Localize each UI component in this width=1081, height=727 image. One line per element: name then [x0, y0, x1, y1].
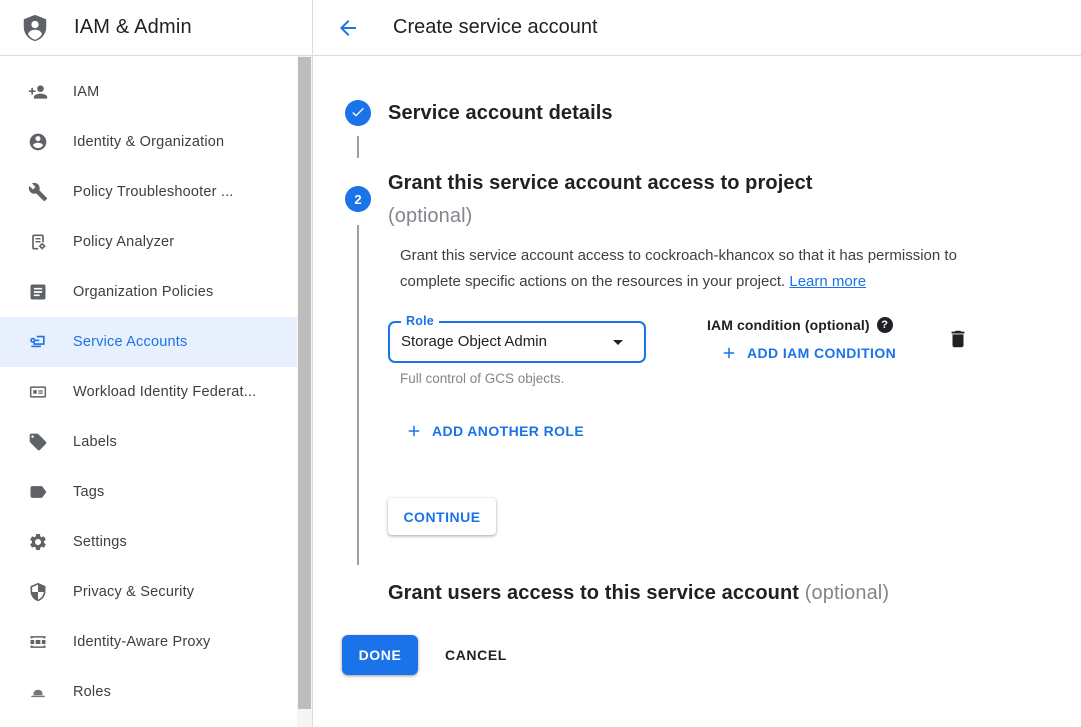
account-circle-icon: [28, 132, 48, 152]
article-icon: [28, 282, 48, 302]
sidebar-item-label: Tags: [73, 484, 104, 500]
check-icon: [350, 104, 366, 123]
sidebar-item-policy-troubleshooter[interactable]: Policy Troubleshooter ...: [0, 167, 297, 217]
cancel-button[interactable]: CANCEL: [445, 635, 507, 675]
delete-role-button[interactable]: [947, 327, 971, 351]
step2-title: Grant this service account access to pro…: [388, 167, 813, 233]
step2-description-text: Grant this service account access to coc…: [400, 247, 957, 290]
sidebar-item-policy-analyzer[interactable]: Policy Analyzer: [0, 217, 297, 267]
roles-hat-icon: [28, 682, 48, 702]
step-connector-line: [357, 136, 359, 158]
page-header: Create service account: [313, 0, 1081, 56]
wrench-icon: [28, 182, 48, 202]
sidebar-item-label: Roles: [73, 684, 111, 700]
sidebar-item-settings[interactable]: Settings: [0, 517, 297, 567]
role-helper-text: Full control of GCS objects.: [400, 371, 564, 386]
chevron-down-icon: [606, 330, 630, 354]
add-iam-condition-label: ADD IAM CONDITION: [747, 345, 896, 361]
plus-icon: [405, 422, 432, 440]
help-icon[interactable]: ?: [877, 317, 893, 333]
sidebar-item-label: Identity & Organization: [73, 134, 224, 150]
sidebar-scrollbar[interactable]: [297, 56, 312, 727]
step2-number: 2: [354, 192, 361, 207]
gear-icon: [28, 532, 48, 552]
sidebar: IAM & Admin IAM Identity & Organization: [0, 0, 313, 727]
sidebar-item-label: Service Accounts: [73, 334, 187, 350]
iam-shield-logo-icon: [20, 13, 50, 43]
sidebar-item-organization-policies[interactable]: Organization Policies: [0, 267, 297, 317]
step1-title: Service account details: [388, 100, 613, 126]
sidebar-item-iam[interactable]: IAM: [0, 67, 297, 117]
shield-icon: [28, 582, 48, 602]
role-selected-value: Storage Object Admin: [401, 323, 547, 361]
sidebar-item-label: Settings: [73, 534, 127, 550]
sidebar-item-workload-identity-federation[interactable]: Workload Identity Federat...: [0, 367, 297, 417]
sidebar-item-label: Policy Analyzer: [73, 234, 174, 250]
id-card-icon: [28, 382, 48, 402]
iam-condition-section: IAM condition (optional) ? ADD IAM CONDI…: [707, 315, 896, 362]
step3-title-text: Grant users access to this service accou…: [388, 582, 799, 604]
create-service-account-form: Service account details 2 Grant this ser…: [313, 56, 1081, 727]
sidebar-item-privacy-security[interactable]: Privacy & Security: [0, 567, 297, 617]
role-select[interactable]: Role Storage Object Admin: [388, 321, 646, 363]
tag-icon: [28, 482, 48, 502]
add-another-role-label: ADD ANOTHER ROLE: [432, 423, 584, 439]
sidebar-item-tags[interactable]: Tags: [0, 467, 297, 517]
step1-complete-indicator: [345, 100, 371, 126]
done-button[interactable]: DONE: [342, 635, 418, 675]
step3-optional-label: (optional): [805, 582, 889, 604]
step3-title: Grant users access to this service accou…: [388, 580, 889, 606]
policy-analyzer-icon: [28, 232, 48, 252]
arrow-back-icon: [336, 16, 360, 40]
sidebar-item-identity-organization[interactable]: Identity & Organization: [0, 117, 297, 167]
iam-admin-app: IAM & Admin IAM Identity & Organization: [0, 0, 1081, 727]
sidebar-scrollbar-thumb[interactable]: [298, 57, 311, 709]
sidebar-header: IAM & Admin: [0, 0, 312, 56]
sidebar-item-label: Labels: [73, 434, 117, 450]
add-iam-condition-button[interactable]: ADD IAM CONDITION: [720, 344, 896, 362]
step2-indicator: 2: [345, 186, 371, 212]
sidebar-item-labels[interactable]: Labels: [0, 417, 297, 467]
step2-description: Grant this service account access to coc…: [400, 243, 992, 295]
iap-icon: [28, 632, 48, 652]
sidebar-item-label: Policy Troubleshooter ...: [73, 184, 234, 200]
sidebar-item-roles[interactable]: Roles: [0, 667, 297, 717]
learn-more-link[interactable]: Learn more: [789, 273, 866, 290]
back-button[interactable]: [336, 16, 360, 40]
step2-optional-label: (optional): [388, 200, 813, 233]
step-connector-line: [357, 225, 359, 565]
label-icon: [28, 432, 48, 452]
sidebar-item-label: Workload Identity Federat...: [73, 384, 256, 400]
plus-icon: [720, 344, 747, 362]
sidebar-item-label: Organization Policies: [73, 284, 213, 300]
continue-button[interactable]: CONTINUE: [388, 498, 496, 535]
add-another-role-button[interactable]: ADD ANOTHER ROLE: [405, 422, 584, 440]
page-title: Create service account: [393, 16, 598, 39]
sidebar-item-label: Privacy & Security: [73, 584, 194, 600]
trash-icon: [947, 328, 971, 350]
sidebar-item-service-accounts[interactable]: Service Accounts: [0, 317, 297, 367]
service-account-icon: [28, 332, 48, 352]
person-add-icon: [28, 82, 48, 102]
sidebar-nav: IAM Identity & Organization Policy Troub…: [0, 56, 312, 717]
iam-condition-label: IAM condition (optional): [707, 317, 870, 333]
step2-title-text: Grant this service account access to pro…: [388, 167, 813, 200]
sidebar-item-label: Identity-Aware Proxy: [73, 634, 211, 650]
sidebar-title: IAM & Admin: [74, 16, 192, 39]
sidebar-item-label: IAM: [73, 84, 99, 100]
sidebar-item-identity-aware-proxy[interactable]: Identity-Aware Proxy: [0, 617, 297, 667]
